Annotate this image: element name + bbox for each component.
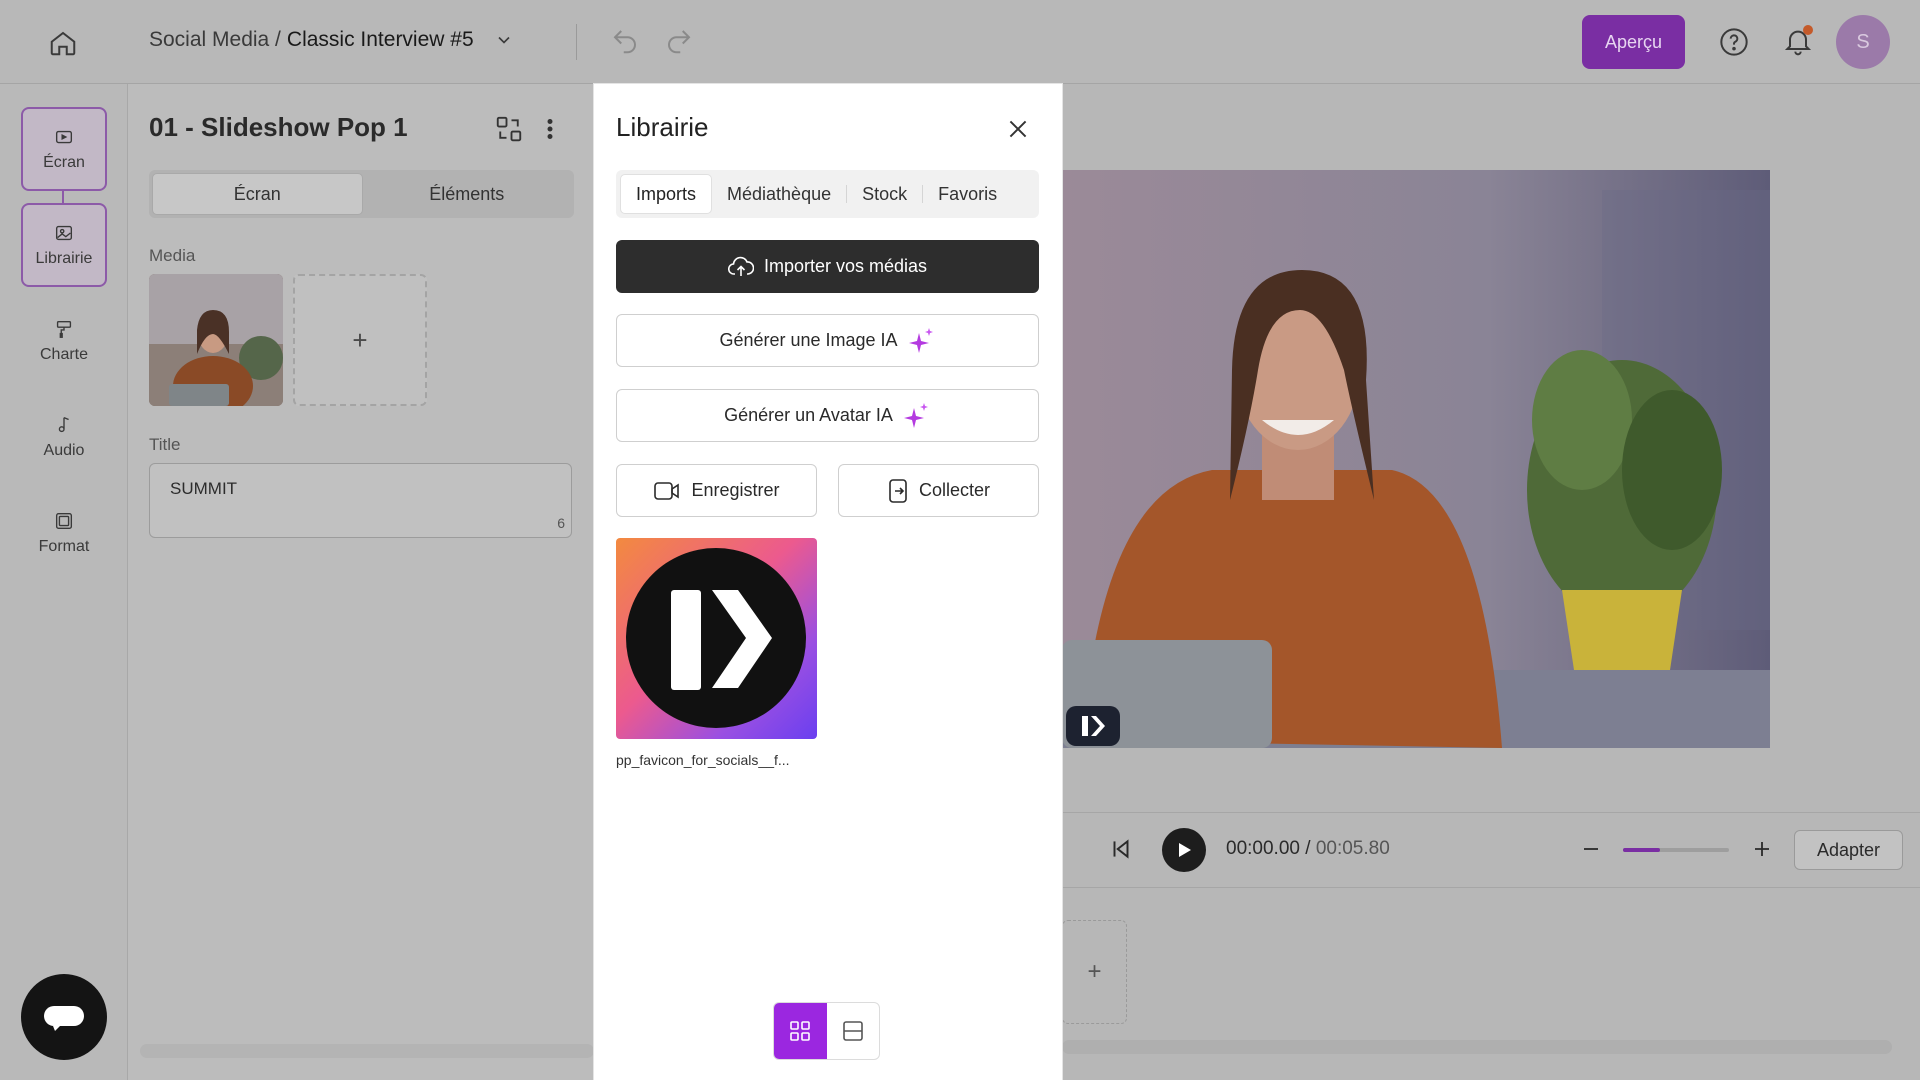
tab-imports[interactable]: Imports	[620, 174, 713, 214]
rail-item-format[interactable]: Format	[21, 491, 107, 575]
cloud-upload-icon	[727, 256, 754, 276]
home-icon	[50, 31, 76, 56]
crop-icon	[55, 512, 73, 530]
screen-title: 01 - Slideshow Pop 1	[149, 112, 408, 142]
sparkle-icon	[903, 402, 928, 428]
sparkle-icon	[908, 327, 933, 353]
rail-item-charte[interactable]: Charte	[21, 299, 107, 383]
view-mode-toggle	[773, 1002, 880, 1060]
close-icon[interactable]	[1005, 116, 1031, 142]
tab-ecran[interactable]: Écran	[152, 173, 363, 215]
brand-logo-image	[626, 548, 806, 728]
play-icon	[1179, 843, 1191, 857]
library-icon	[55, 225, 73, 241]
music-note-icon	[58, 417, 69, 433]
fit-button[interactable]: Adapter	[1794, 830, 1903, 870]
media-label: Media	[149, 246, 196, 265]
rail-item-ecran[interactable]: Écran	[21, 107, 107, 191]
title-char-count: 6	[557, 515, 565, 531]
zoom-slider[interactable]	[1623, 848, 1729, 852]
generate-image-button[interactable]: Générer une Image IA	[616, 314, 1039, 367]
toolbar-divider	[576, 24, 577, 60]
rail-item-label: Format	[38, 538, 90, 555]
tab-stock[interactable]: Stock	[847, 174, 922, 214]
list-view-button[interactable]	[827, 1003, 880, 1059]
tab-elements[interactable]: Éléments	[363, 173, 572, 215]
title-field-label: Title	[149, 435, 181, 454]
asset-filename: pp_favicon_for_socials__f...	[616, 752, 790, 768]
video-watermark-logo	[1066, 706, 1120, 746]
rail-item-label: Librairie	[35, 250, 93, 267]
editor-tabs: Écran Éléments	[149, 170, 574, 218]
rail-item-label: Écran	[43, 154, 85, 171]
playback-time: 00:00.00 / 00:05.80	[1226, 838, 1390, 860]
video-camera-icon	[654, 481, 680, 500]
user-avatar[interactable]: S	[1836, 15, 1890, 69]
library-panel: Librairie Imports Médiathèque Stock Favo…	[594, 84, 1062, 1080]
record-button[interactable]: Enregistrer	[616, 464, 817, 517]
chevron-down-icon[interactable]	[494, 29, 516, 51]
notification-badge	[1803, 25, 1813, 35]
record-label: Enregistrer	[691, 480, 780, 500]
rail-connector	[62, 190, 64, 204]
current-time: 00:00.00	[1226, 838, 1300, 859]
total-time: 00:05.80	[1315, 838, 1390, 859]
home-button[interactable]	[44, 24, 82, 62]
generate-image-label: Générer une Image IA	[719, 330, 898, 350]
grid-icon	[790, 1021, 811, 1041]
breadcrumb-parent[interactable]: Social Media /	[149, 28, 281, 52]
rail-item-librairie[interactable]: Librairie	[21, 203, 107, 287]
library-tabs: Imports Médiathèque Stock Favoris	[616, 170, 1039, 218]
screen-icon	[55, 130, 73, 144]
zoom-in-icon[interactable]	[1751, 838, 1773, 860]
time-separator: /	[1305, 838, 1311, 859]
import-media-button[interactable]: Importer vos médias	[616, 240, 1039, 293]
add-media-button[interactable]: +	[293, 274, 427, 406]
title-field[interactable]: SUMMIT 6	[149, 463, 572, 538]
undo-icon[interactable]	[610, 26, 640, 56]
preview-button[interactable]: Aperçu	[1582, 15, 1685, 69]
tab-mediatheque[interactable]: Médiathèque	[712, 174, 846, 214]
zoom-slider-fill	[1623, 848, 1661, 852]
breadcrumb-project-title[interactable]: Classic Interview #5	[287, 28, 474, 52]
tab-favoris[interactable]: Favoris	[923, 174, 1012, 214]
chat-support-button[interactable]	[21, 974, 107, 1060]
video-preview[interactable]	[1062, 170, 1770, 748]
chat-icon	[44, 1006, 84, 1031]
media-thumbnail[interactable]	[149, 274, 283, 406]
rail-item-audio[interactable]: Audio	[21, 395, 107, 479]
rail-item-label: Charte	[39, 346, 89, 363]
grid-view-button[interactable]	[774, 1003, 827, 1059]
play-button[interactable]	[1162, 828, 1206, 872]
editor-scrollbar[interactable]	[140, 1044, 594, 1058]
zoom-out-icon[interactable]	[1580, 838, 1602, 860]
more-options-icon[interactable]	[540, 114, 560, 144]
breadcrumb: Social Media / Classic Interview #5	[149, 28, 516, 52]
editor-panel	[128, 84, 594, 1080]
collect-label: Collecter	[918, 480, 991, 500]
generate-avatar-label: Générer un Avatar IA	[724, 405, 893, 425]
list-layout-icon	[842, 1021, 863, 1041]
generate-avatar-button[interactable]: Générer un Avatar IA	[616, 389, 1039, 442]
title-field-value: SUMMIT	[170, 479, 238, 498]
help-icon[interactable]	[1718, 26, 1750, 58]
add-track-button[interactable]: +	[1062, 920, 1127, 1024]
rail-item-label: Audio	[43, 442, 85, 459]
paint-roller-icon	[56, 320, 72, 338]
timeline-scrollbar[interactable]	[1062, 1040, 1892, 1054]
import-media-label: Importer vos médias	[763, 256, 928, 276]
redo-icon[interactable]	[664, 26, 694, 56]
library-title: Librairie	[616, 112, 709, 142]
collect-icon	[889, 478, 907, 503]
collect-button[interactable]: Collecter	[838, 464, 1039, 517]
asset-thumbnail[interactable]	[616, 538, 817, 739]
screen-switch-icon[interactable]	[494, 114, 524, 144]
skip-back-icon[interactable]	[1108, 836, 1134, 862]
